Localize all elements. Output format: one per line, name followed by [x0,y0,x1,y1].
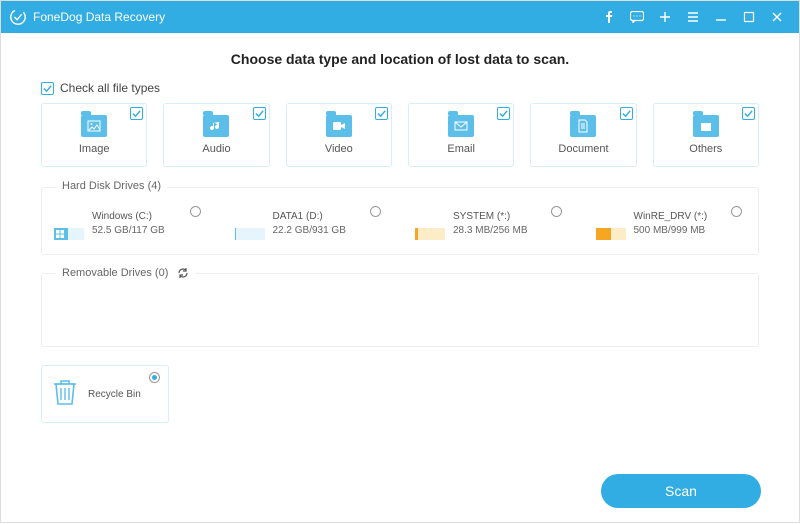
file-types-row: Image Audio Video Email Document Others [41,103,759,167]
add-button[interactable] [651,1,679,33]
type-card-video[interactable]: Video [286,103,392,167]
type-checkbox[interactable] [130,107,143,120]
check-all-label: Check all file types [60,81,160,95]
recycle-bin-card[interactable]: Recycle Bin [41,365,169,423]
removable-legend: Removable Drives (0) [56,266,196,280]
type-card-email[interactable]: Email [408,103,514,167]
type-card-others[interactable]: Others [653,103,759,167]
drive-radio[interactable] [731,206,742,217]
check-all-row[interactable]: Check all file types [41,81,759,95]
recycle-radio[interactable] [149,372,160,383]
drive-name: WinRE_DRV (*:) [634,210,708,224]
titlebar-buttons [595,1,791,33]
drive-text: DATA1 (D:)22.2 GB/931 GB [273,210,346,238]
drive-icon [54,210,84,240]
document-icon [570,115,596,137]
drive-name: Windows (C:) [92,210,165,224]
minimize-button[interactable] [707,1,735,33]
drive-radio[interactable] [190,206,201,217]
hdd-group: Hard Disk Drives (4) Windows (C:)52.5 GB… [41,187,759,255]
drive-item[interactable]: WinRE_DRV (*:)500 MB/999 MB [596,210,747,240]
email-icon [448,115,474,137]
drive-size: 52.5 GB/117 GB [92,224,165,238]
recycle-label: Recycle Bin [88,389,141,400]
page-heading: Choose data type and location of lost da… [41,51,759,67]
drive-item[interactable]: DATA1 (D:)22.2 GB/931 GB [235,210,386,240]
drive-size: 22.2 GB/931 GB [273,224,346,238]
drive-radio[interactable] [551,206,562,217]
type-checkbox[interactable] [497,107,510,120]
type-checkbox[interactable] [253,107,266,120]
scan-button[interactable]: Scan [601,474,761,508]
hdd-legend: Hard Disk Drives (4) [56,180,167,192]
type-card-document[interactable]: Document [530,103,636,167]
type-label: Document [558,143,608,155]
drive-text: WinRE_DRV (*:)500 MB/999 MB [634,210,708,238]
type-label: Image [79,143,110,155]
refresh-icon[interactable] [176,266,190,280]
close-button[interactable] [763,1,791,33]
removable-group: Removable Drives (0) [41,273,759,347]
check-all-checkbox[interactable] [41,82,54,95]
drive-icon [415,210,445,240]
recycle-bin-icon [52,378,78,411]
type-checkbox[interactable] [742,107,755,120]
feedback-button[interactable] [623,1,651,33]
type-label: Audio [202,143,230,155]
drive-icon [596,210,626,240]
drive-name: SYSTEM (*:) [453,210,527,224]
menu-button[interactable] [679,1,707,33]
titlebar: FoneDog Data Recovery [1,1,799,33]
type-card-audio[interactable]: Audio [163,103,269,167]
drive-text: Windows (C:)52.5 GB/117 GB [92,210,165,238]
maximize-button[interactable] [735,1,763,33]
type-label: Video [325,143,353,155]
video-icon [326,115,352,137]
drive-item[interactable]: SYSTEM (*:)28.3 MB/256 MB [415,210,566,240]
type-card-image[interactable]: Image [41,103,147,167]
drive-icon [235,210,265,240]
audio-icon [203,115,229,137]
drive-text: SYSTEM (*:)28.3 MB/256 MB [453,210,527,238]
type-label: Email [447,143,475,155]
facebook-button[interactable] [595,1,623,33]
logo-icon [9,8,27,26]
drive-name: DATA1 (D:) [273,210,346,224]
type-checkbox[interactable] [620,107,633,120]
image-icon [81,115,107,137]
others-icon [693,115,719,137]
type-checkbox[interactable] [375,107,388,120]
type-label: Others [689,143,722,155]
app-logo: FoneDog Data Recovery [9,8,165,26]
drive-size: 28.3 MB/256 MB [453,224,527,238]
app-title: FoneDog Data Recovery [33,10,165,24]
drive-item[interactable]: Windows (C:)52.5 GB/117 GB [54,210,205,240]
drive-size: 500 MB/999 MB [634,224,708,238]
drive-radio[interactable] [370,206,381,217]
